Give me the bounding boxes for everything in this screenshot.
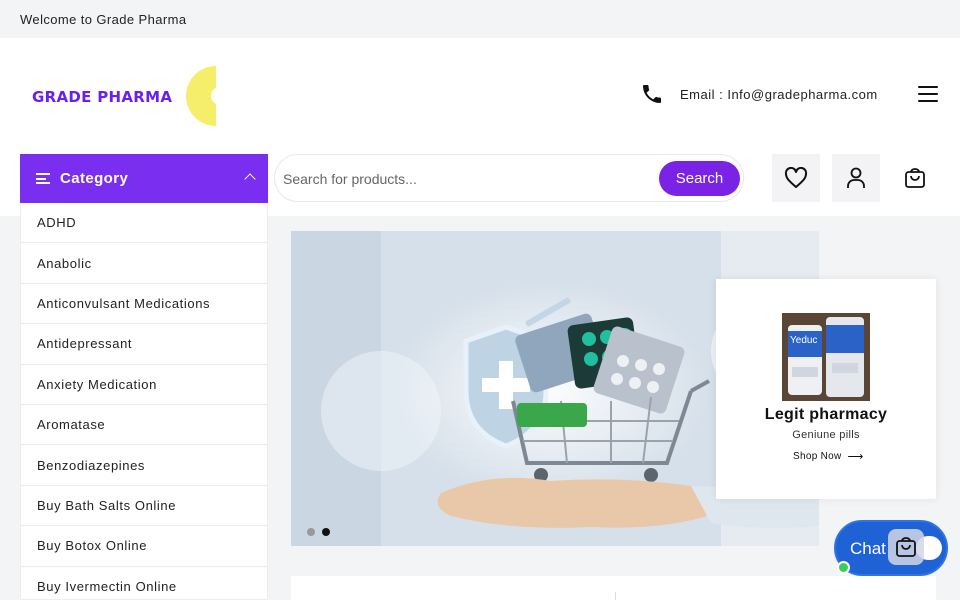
shopping-bag-icon [896,537,916,557]
arrow-right-icon: ⟶ [847,451,864,463]
slider-dot-1[interactable] [307,528,315,536]
contact-info: Email : Info@gradepharma.com [640,82,878,106]
category-item-adhd[interactable]: ADHD [21,203,267,244]
cart-button[interactable] [891,154,939,202]
logo-c-icon [186,66,216,126]
category-item-anxiety[interactable]: Anxiety Medication [21,365,267,405]
category-item-aromatase[interactable]: Aromatase [21,405,267,446]
site-header: GRADE PHARMA Email : Info@gradepharma.co… [0,38,960,216]
wishlist-button[interactable] [772,154,820,202]
shop-now-link[interactable]: Shop Now ⟶ [793,450,864,463]
category-toggle-button[interactable]: Category [20,154,268,203]
category-item-anticonvulsant[interactable]: Anticonvulsant Medications [21,284,267,325]
category-item-anabolic[interactable]: Anabolic [21,243,267,284]
search-bar: Search [274,154,744,202]
logo-text: GRADE PHARMA [32,88,173,106]
category-list: ADHD Anabolic Anticonvulsant Medications… [20,203,268,600]
shopping-bag-icon [905,168,925,188]
list-icon [36,173,50,184]
category-item-bath-salts[interactable]: Buy Bath Salts Online [21,486,267,527]
bottle-label: Yeduc [790,335,817,346]
product-image: Yeduc [782,313,870,401]
account-button[interactable] [832,154,880,202]
category-item-antidepressant[interactable]: Antidepressant [21,324,267,365]
site-logo[interactable]: GRADE PHARMA [30,64,220,130]
chat-label: Chat [850,539,886,558]
user-icon [847,167,865,188]
email-text[interactable]: Email : Info@gradepharma.com [680,87,878,102]
category-item-ivermectin[interactable]: Buy Ivermectin Online [21,567,267,599]
menu-icon[interactable] [918,86,938,102]
search-input[interactable] [283,167,643,191]
divider [615,592,616,600]
promo-title: Legit pharmacy [764,406,888,423]
slider-dots [307,528,330,536]
category-label: Category [60,170,129,187]
promo-card: Yeduc Legit pharmacy Geniune pills Shop … [716,279,936,499]
floating-cart-button[interactable] [888,529,924,565]
slider-dot-2[interactable] [322,528,330,536]
category-item-benzodiazepines[interactable]: Benzodiazepines [21,445,267,486]
heart-icon [784,167,808,188]
search-button[interactable]: Search [659,161,740,196]
welcome-bar: Welcome to Grade Pharma [0,0,960,38]
chevron-up-icon [244,173,256,185]
phone-icon [643,85,661,103]
promo-subtitle: Geniune pills [792,429,860,441]
online-status-indicator [837,561,850,574]
welcome-text: Welcome to Grade Pharma [20,11,187,27]
shop-now-label: Shop Now [793,451,842,462]
category-item-botox[interactable]: Buy Botox Online [21,526,267,567]
feature-strip [291,576,936,600]
